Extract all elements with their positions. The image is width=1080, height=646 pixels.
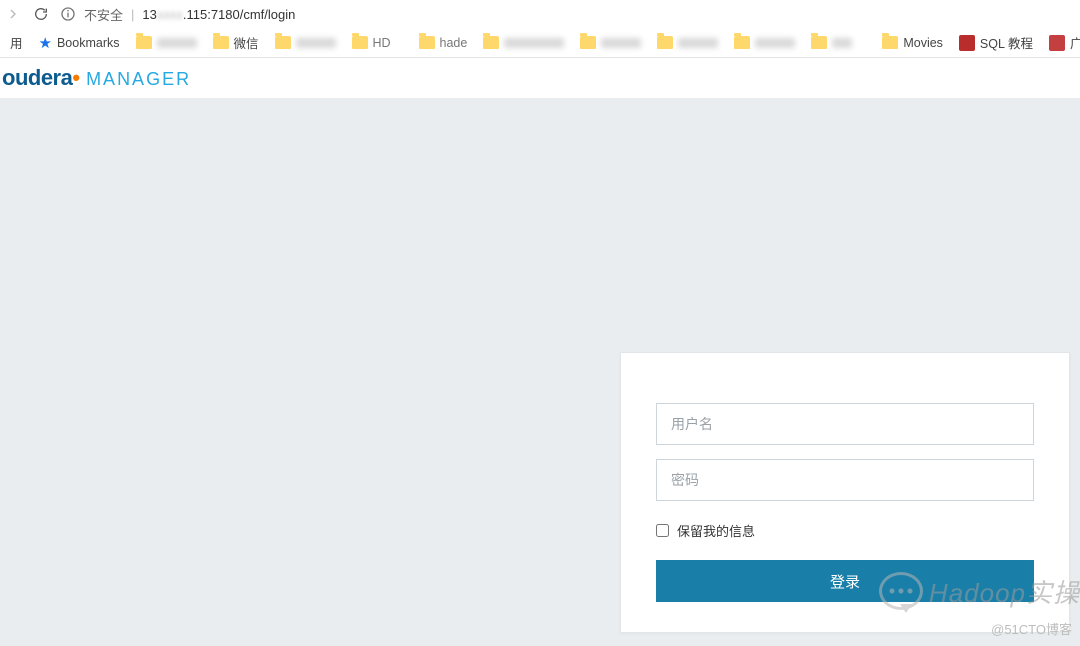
folder-icon [136,36,152,49]
bookmark-folder[interactable] [805,34,858,51]
password-input[interactable] [656,459,1034,501]
remember-me-checkbox[interactable] [656,524,669,537]
app-header: oudera• MANAGER [0,58,1080,98]
site-icon [1049,35,1065,51]
bookmark-folder[interactable] [728,34,801,51]
logo-text-2: MANAGER [86,69,191,90]
address-separator: | [131,7,134,22]
bookmark-label: SQL 教程 [980,33,1033,52]
bookmark-folder[interactable]: 微信 [207,31,265,54]
bookmark-label: 微信 [234,33,259,52]
bookmark-label: Bookmarks [57,36,120,50]
folder-icon [657,36,673,49]
info-icon [60,6,76,22]
star-icon: ★ [39,34,52,52]
arrow-right-icon [5,6,21,22]
browser-address-bar: 不安全 | 13xxxx.115:7180/cmf/login [0,0,1080,28]
bookmark-label-blurred [504,38,564,48]
remember-me-row[interactable]: 保留我的信息 [656,521,1034,540]
bookmark-label: Movies [903,36,943,50]
bookmark-folder[interactable] [574,34,647,51]
folder-icon [275,36,291,49]
bookmark-folder[interactable] [651,34,724,51]
page-body: 保留我的信息 登录 Hadoop实操 @51CTO博客 [0,98,1080,646]
bookmark-label-blurred [601,38,641,48]
folder-icon [882,36,898,49]
bookmark-item-sql[interactable]: SQL 教程 [953,31,1039,54]
logo-text-1: oudera [2,65,72,91]
bookmark-folder[interactable] [269,34,342,51]
bookmarks-bar: 用 ★ Bookmarks 微信 HD hade Movies SQL 教程 广… [0,28,1080,58]
bookmark-item-gz[interactable]: 广州市中 [1043,31,1080,54]
site-icon [959,35,975,51]
bookmark-label: HD [373,36,403,50]
folder-icon [811,36,827,49]
bookmark-label: 用 [10,33,23,52]
bookmark-label-blurred [832,38,852,48]
bookmark-item-app[interactable]: 用 [4,31,29,54]
bookmark-folder[interactable] [130,34,203,51]
security-label: 不安全 [84,5,123,24]
folder-icon [419,36,435,49]
address-field[interactable]: 不安全 | 13xxxx.115:7180/cmf/login [60,5,1076,24]
bookmark-item-movies[interactable]: Movies [876,34,949,52]
bookmark-label-blurred [296,38,336,48]
bookmark-label: hade [440,36,468,50]
username-input[interactable] [656,403,1034,445]
bookmark-label-blurred [755,38,795,48]
chat-bubble-icon [879,572,923,610]
bookmark-item-bookmarks[interactable]: ★ Bookmarks [33,32,126,54]
bookmark-folder[interactable]: HD [346,34,409,52]
remember-me-label: 保留我的信息 [677,521,755,540]
bookmark-label-blurred [678,38,718,48]
watermark-main: Hadoop实操 [879,572,1080,610]
watermark-small: @51CTO博客 [991,619,1072,638]
folder-icon [734,36,750,49]
bookmark-folder[interactable]: hade [413,34,474,52]
nav-forward-button[interactable] [4,5,22,23]
bookmark-label-blurred [157,38,197,48]
folder-icon [580,36,596,49]
bookmark-folder[interactable] [477,34,570,51]
logo-dot-icon: • [72,65,80,91]
reload-button[interactable] [32,5,50,23]
watermark-text: Hadoop实操 [929,573,1080,610]
url-text: 13xxxx.115:7180/cmf/login [142,7,295,22]
bookmark-label: 广州市中 [1070,33,1080,52]
folder-icon [213,36,229,49]
folder-icon [483,36,499,49]
reload-icon [33,6,49,22]
app-logo: oudera• MANAGER [2,65,191,91]
folder-icon [352,36,368,49]
